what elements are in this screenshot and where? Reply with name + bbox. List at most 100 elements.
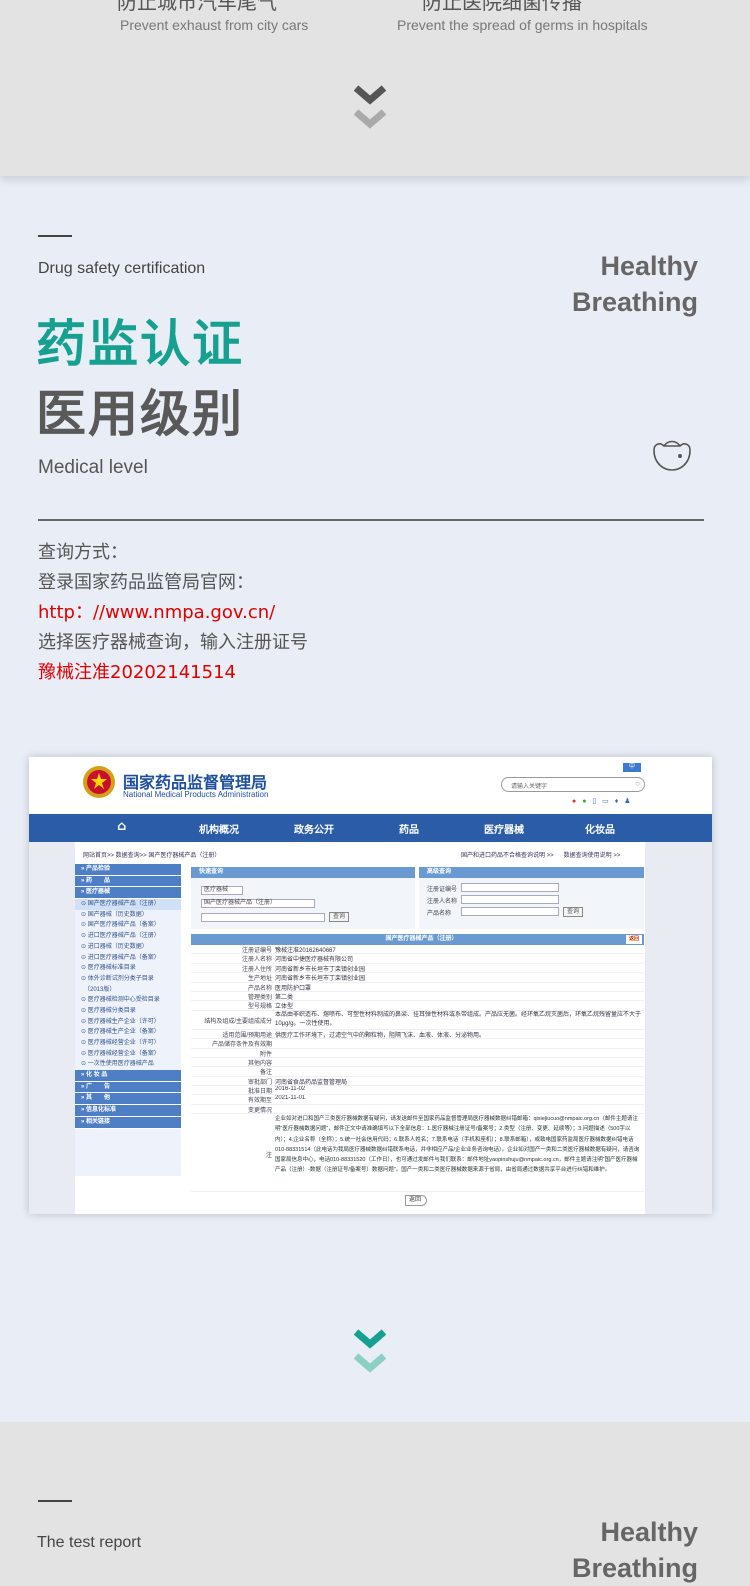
row-key: 其他内容 bbox=[247, 1060, 272, 1067]
row-key: 注册证编号 bbox=[241, 948, 272, 954]
sidebar-item[interactable]: ⊙ 医疗器械检测中心受检目录 bbox=[75, 995, 181, 1006]
sidebar-item[interactable]: ⊙ 进口器械（历史数据） bbox=[75, 942, 181, 953]
cert-subtitle: Drug safety certification bbox=[38, 260, 206, 277]
sidebar-item[interactable]: ⊙ 国产医疗器械产品（注册） bbox=[75, 899, 181, 910]
main-nav: ⌂ 机构概况 政务公开 药品 医疗器械 化妆品 bbox=[29, 814, 712, 842]
row-key: 结构及组成/主要组成成分 bbox=[204, 1018, 272, 1025]
sidebar-item[interactable]: ⊙ 进口医疗器械产品（注册） bbox=[75, 931, 181, 942]
table-row: 注册人住所 河南省新乡市长垣市丁栾镇创业园 bbox=[191, 964, 644, 974]
quick-search-title: 快速查询 bbox=[191, 867, 415, 878]
double-chevron-down-icon bbox=[354, 85, 386, 129]
query-url[interactable]: http：//www.nmpa.gov.cn/ bbox=[38, 598, 308, 628]
sidebar-item[interactable]: ⊙ 医疗器械经营企业（备案） bbox=[75, 1049, 181, 1060]
table-row: 结构及组成/主要组成成分 本品由非织造布、熔喷布、可塑性材料制成的鼻梁、挂耳弹性材… bbox=[191, 1011, 644, 1030]
nav-item-3[interactable]: 药品 bbox=[399, 821, 419, 836]
row-value: 立体型 bbox=[275, 1004, 294, 1011]
row-value: 第二类 bbox=[275, 994, 294, 1001]
query-line-4: 选择医疗器械查询，输入注册证号 bbox=[38, 632, 308, 653]
sidebar-item[interactable]: （2013版） bbox=[75, 985, 181, 996]
quick-search: 快速查询 医疗器械 国产医疗器械产品（注册） 查询 bbox=[191, 867, 415, 929]
top-links[interactable]: 国产和进口药品不合格查询说明 >> 数据查询使用说明 >> bbox=[461, 850, 620, 859]
double-chevron-down-teal-icon bbox=[354, 1329, 386, 1373]
cert-subtitle-2: Medical level bbox=[38, 457, 148, 478]
back-button-top[interactable]: 返回 bbox=[625, 935, 642, 944]
cert-title-2: 医用级别 bbox=[36, 385, 244, 443]
category-select[interactable]: 医疗器械 bbox=[201, 886, 243, 895]
sidebar-item[interactable]: » 广 告 bbox=[75, 1081, 181, 1093]
nav-item-5[interactable]: 化妆品 bbox=[585, 821, 615, 836]
row-value: 豫械注准20162640667 bbox=[275, 948, 336, 954]
sidebar-item[interactable]: » 药 品 bbox=[75, 875, 181, 887]
table-row: 产品储存条件及有效期 bbox=[191, 1039, 644, 1049]
site-search-input[interactable]: 请输入关键字 ○ bbox=[501, 777, 645, 792]
table-row: 其他内容 bbox=[191, 1058, 644, 1068]
sidebar-item[interactable]: ⊙ 医疗器械生产企业（备案） bbox=[75, 1027, 181, 1038]
sidebar-item[interactable]: » 相关链接 bbox=[75, 1116, 181, 1128]
row-key: 产品储存条件及有效期 bbox=[211, 1042, 272, 1049]
sidebar-item[interactable]: » 产品检验 bbox=[75, 864, 181, 875]
row-key: 审批部门 bbox=[247, 1079, 272, 1086]
nav-item-4[interactable]: 医疗器械 bbox=[484, 821, 524, 836]
breadcrumb[interactable]: 网站首页>> 数据查询>> 国产医疗器械产品（注册） bbox=[83, 850, 220, 859]
sidebar-item[interactable]: ⊙ 一次性使用医疗器械产品 bbox=[75, 1059, 181, 1070]
adv-input-3[interactable] bbox=[461, 907, 559, 916]
table-row: 型号规格 立体型 bbox=[191, 1001, 644, 1011]
social-icons[interactable]: ● ● ▯ ▭ ♦ ♟ bbox=[572, 797, 633, 805]
sidebar-item[interactable]: » 信息化标准 bbox=[75, 1105, 181, 1116]
row-key: 附件 bbox=[259, 1051, 272, 1058]
query-line-2: 登录国家药品监管局官网： bbox=[38, 572, 254, 593]
sidebar-item[interactable]: » 医疗器械 bbox=[75, 887, 181, 899]
test-report-card: The test report Healthy Breathing bbox=[0, 1422, 750, 1586]
sidebar-item[interactable]: ⊙ 进口医疗器械产品（备案） bbox=[75, 953, 181, 964]
adv-input-2[interactable] bbox=[461, 895, 559, 904]
nav-item-1[interactable]: 机构概况 bbox=[199, 821, 239, 836]
adv-label-2: 注册人名称 bbox=[427, 899, 458, 905]
divider-line bbox=[38, 519, 704, 521]
row-key: 批准日期 bbox=[247, 1089, 272, 1096]
row-key: 适用范围/预期用途 bbox=[222, 1032, 272, 1039]
row-key: 注册人住所 bbox=[241, 966, 272, 973]
nav-item-2[interactable]: 政务公开 bbox=[294, 821, 334, 836]
row-key: 备注 bbox=[259, 1070, 272, 1077]
lang-switch[interactable]: 中 bbox=[623, 763, 641, 772]
report-subtitle: The test report bbox=[37, 1534, 142, 1551]
sidebar-item[interactable]: » 化 妆 品 bbox=[75, 1070, 181, 1081]
report-breathing-text: Breathing bbox=[571, 1553, 698, 1583]
row-value: 医用防护口罩 bbox=[275, 985, 312, 992]
adv-input-1[interactable] bbox=[461, 883, 559, 892]
query-reg-number: 豫械注准20202141514 bbox=[38, 662, 236, 683]
table-row: 注册人名称 河南省中捷医疗器械有限公司 bbox=[191, 954, 644, 964]
sidebar: » 产品检验» 药 品» 医疗器械 ⊙ 国产医疗器械产品（注册） ⊙ 国产器械（历史… bbox=[75, 864, 181, 1176]
result-title-text: 国产医疗器械产品（注册） bbox=[385, 936, 458, 942]
report-healthy-text: Healthy bbox=[600, 1517, 698, 1547]
cert-title-1: 药监认证 bbox=[36, 315, 244, 373]
search-icon[interactable]: ○ bbox=[635, 779, 640, 788]
sidebar-item[interactable]: ⊙ 医疗器械经营企业（许可） bbox=[75, 1038, 181, 1049]
nmpa-screenshot: 国家药品监督管理局 National Medical Products Admi… bbox=[29, 757, 712, 1214]
table-row: 备注 bbox=[191, 1067, 644, 1077]
benefit-1-cn: 防止城市汽车尾气 bbox=[117, 0, 277, 14]
sidebar-item[interactable]: ⊙ 医疗器械分类目录 bbox=[75, 1006, 181, 1017]
table-row: 有效期至 2021-11-01 bbox=[191, 1095, 644, 1105]
sidebar-item[interactable]: ⊙ 国产器械（历史数据） bbox=[75, 910, 181, 921]
mask-icon bbox=[653, 440, 691, 471]
row-key: 注册人名称 bbox=[241, 957, 272, 964]
back-button-bottom[interactable]: 返回 bbox=[405, 1195, 427, 1206]
result-table: 国产医疗器械产品（注册） 返回 注册证编号 豫械注准20162640667 注册人名… bbox=[191, 934, 644, 1193]
sidebar-item[interactable]: ⊙ 医疗器械生产企业（许可） bbox=[75, 1017, 181, 1028]
row-key: 变更情况 bbox=[247, 1107, 272, 1114]
sidebar-item[interactable]: ⊙ 医疗器械标准目录 bbox=[75, 963, 181, 974]
adv-search-button[interactable]: 查询 bbox=[563, 907, 584, 917]
query-line-1: 查询方式： bbox=[38, 542, 128, 563]
row-key: 生产地址 bbox=[247, 976, 272, 983]
sidebar-item[interactable]: ⊙ 国产医疗器械产品（备案） bbox=[75, 920, 181, 931]
sidebar-item[interactable]: » 其 他 bbox=[75, 1093, 181, 1105]
database-select[interactable]: 国产医疗器械产品（注册） bbox=[201, 899, 315, 908]
sidebar-item[interactable]: ⊙ 体外诊断试剂分类子目录 bbox=[75, 974, 181, 985]
quick-search-input[interactable] bbox=[201, 913, 325, 922]
home-icon[interactable]: ⌂ bbox=[117, 819, 126, 834]
quick-search-button[interactable]: 查询 bbox=[329, 912, 350, 922]
row-value: 2021-11-01 bbox=[275, 1095, 306, 1102]
row-key: 管理类别 bbox=[247, 994, 272, 1001]
national-emblem-icon bbox=[83, 766, 115, 798]
